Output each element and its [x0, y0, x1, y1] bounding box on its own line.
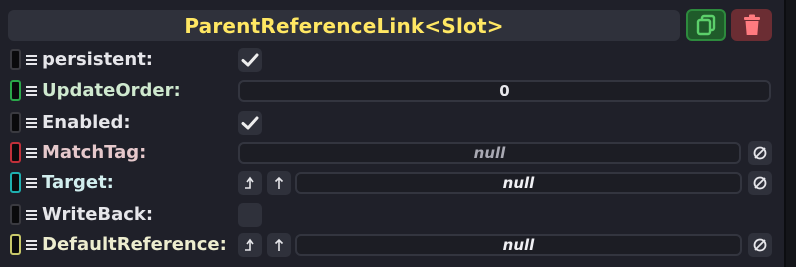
inspector-panel: ParentReferenceLink<Slot> persistent: Up…: [0, 0, 784, 267]
null-icon: [753, 146, 767, 160]
jump-to-reference-button[interactable]: [238, 171, 262, 195]
hamburger-icon[interactable]: [26, 206, 38, 224]
target-reference-field[interactable]: null: [295, 172, 742, 194]
field-row-update-order: UpdateOrder: 0: [0, 78, 784, 104]
field-label: Enabled:: [42, 112, 131, 133]
field-label: UpdateOrder:: [42, 80, 181, 101]
set-null-button[interactable]: [748, 171, 772, 195]
hamburger-icon[interactable]: [26, 144, 38, 162]
checkmark-icon: [241, 116, 259, 130]
jump-arrow-icon: [245, 176, 254, 189]
field-row-persistent: persistent:: [0, 47, 784, 73]
checkmark-icon: [241, 53, 259, 67]
drag-handle[interactable]: [10, 204, 21, 225]
set-null-button[interactable]: [748, 141, 772, 165]
field-label: WriteBack:: [42, 204, 154, 225]
field-label: persistent:: [42, 49, 153, 70]
field-row-target: Target: null: [0, 170, 784, 196]
set-null-button[interactable]: [748, 233, 772, 257]
hamburger-icon[interactable]: [26, 236, 38, 254]
jump-arrow-icon: [245, 238, 254, 251]
write-back-checkbox[interactable]: [238, 203, 262, 227]
duplicate-icon: [696, 14, 716, 36]
field-label: Target:: [42, 172, 114, 193]
field-label: DefaultReference:: [42, 234, 227, 255]
field-row-match-tag: MatchTag: null: [0, 140, 784, 166]
open-inspector-button[interactable]: [267, 171, 291, 195]
component-title: ParentReferenceLink<Slot>: [8, 10, 680, 41]
field-row-default-reference: DefaultReference: null: [0, 232, 784, 258]
field-row-write-back: WriteBack:: [0, 202, 784, 228]
enabled-checkbox[interactable]: [238, 111, 262, 135]
up-arrow-icon: [274, 238, 284, 251]
field-label: MatchTag:: [42, 142, 147, 163]
trash-icon: [743, 14, 760, 35]
update-order-input[interactable]: 0: [238, 80, 771, 102]
drag-handle[interactable]: [10, 112, 21, 133]
duplicate-button[interactable]: [686, 9, 726, 41]
drag-handle[interactable]: [10, 142, 21, 163]
field-row-enabled: Enabled:: [0, 110, 784, 136]
hamburger-icon[interactable]: [26, 114, 38, 132]
hamburger-icon[interactable]: [26, 82, 38, 100]
drag-handle[interactable]: [10, 172, 21, 193]
jump-to-reference-button[interactable]: [238, 233, 262, 257]
scrollbar-track[interactable]: [784, 0, 796, 267]
null-icon: [753, 238, 767, 252]
match-tag-input[interactable]: null: [238, 142, 741, 164]
drag-handle[interactable]: [10, 80, 21, 101]
drag-handle[interactable]: [10, 234, 21, 255]
hamburger-icon[interactable]: [26, 174, 38, 192]
up-arrow-icon: [274, 176, 284, 189]
persistent-checkbox[interactable]: [238, 48, 262, 72]
drag-handle[interactable]: [10, 49, 21, 70]
open-inspector-button[interactable]: [267, 233, 291, 257]
default-reference-field[interactable]: null: [295, 234, 742, 256]
delete-button[interactable]: [731, 9, 772, 41]
hamburger-icon[interactable]: [26, 51, 38, 69]
null-icon: [753, 176, 767, 190]
